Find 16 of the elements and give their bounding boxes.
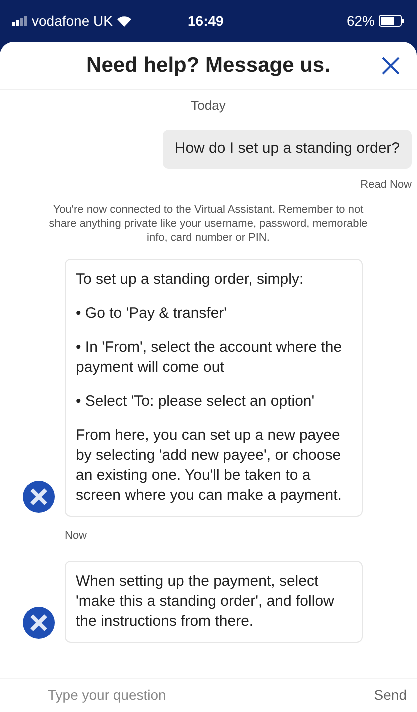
- battery-icon: [379, 15, 405, 27]
- date-divider: Today: [191, 98, 226, 113]
- message-time: Now: [65, 530, 88, 542]
- wifi-icon: [116, 16, 132, 26]
- clock-time: 16:49: [188, 12, 224, 30]
- bot-message: To set up a standing order, simply: • Go to 'Pay & transfer' • In 'From', select the account where the payment will come out • Select 'To: please select an option' From here, you can set up a new payee by selecting 'add new payee', or choose an existing one. You'll be taken to a screen where you can make a payment.: [65, 259, 363, 517]
- signal-icon: [12, 16, 28, 26]
- user-message: How do I set up a standing order?: [162, 130, 412, 168]
- carrier-name: vodafone UK: [32, 12, 113, 30]
- chat-title: Need help? Message us.: [86, 52, 330, 79]
- assistant-notice: You're now connected to the Virtual Assistant. Remember to not share anything private like your username, password, memorable info, card number or PIN.: [48, 203, 368, 245]
- battery-percentage: 62%: [346, 12, 375, 30]
- read-receipt: Read Now: [360, 178, 412, 192]
- send-button[interactable]: Send: [374, 685, 407, 706]
- message-input[interactable]: Type your question: [48, 685, 374, 706]
- bot-message: When setting up the payment, select 'make this a standing order', and follow the instructions from there.: [65, 561, 363, 643]
